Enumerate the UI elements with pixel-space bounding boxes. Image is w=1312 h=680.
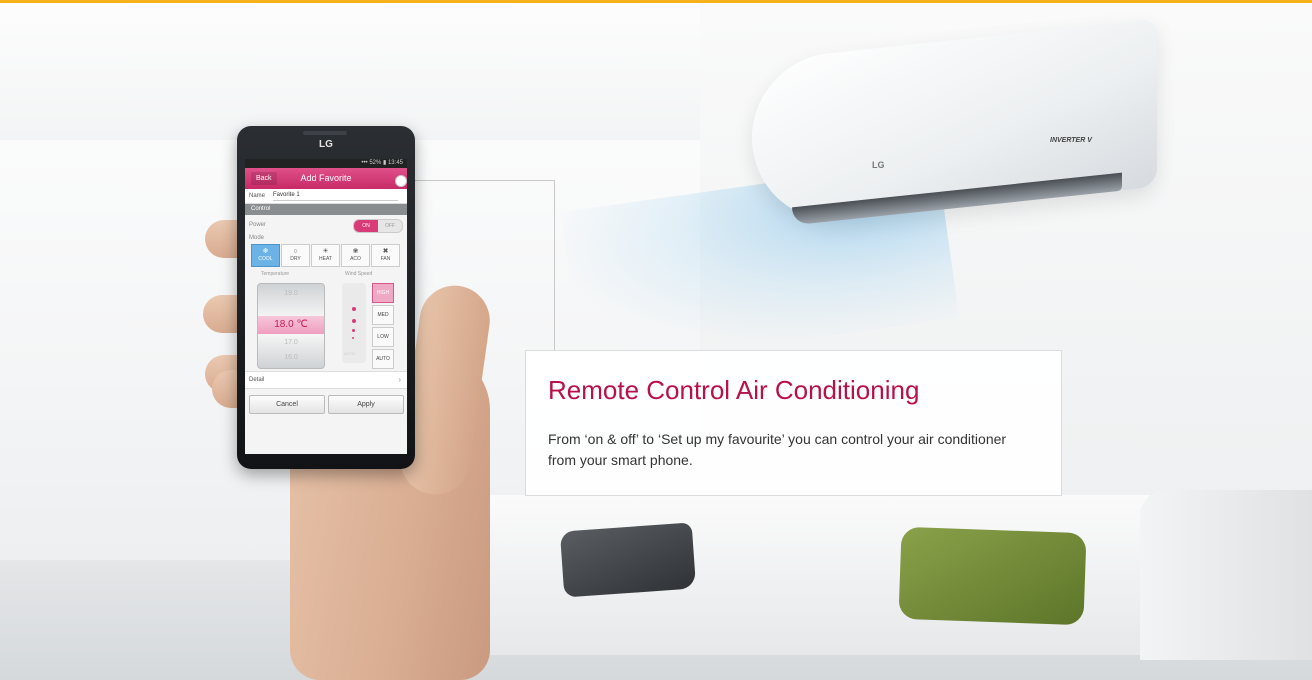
phone-brand-logo: LG (319, 139, 333, 150)
feature-description: From ‘on & off’ to ‘Set up my favourite’… (548, 431, 1007, 468)
name-input[interactable]: Favorite 1 (273, 192, 398, 201)
mode-aco-button[interactable]: ❀ ACO (341, 244, 370, 267)
sun-icon: ☀ (322, 248, 329, 255)
controls-row: Temperature Wind Speed 19.0 18.0 ℃ 17.0 … (245, 271, 407, 371)
fan-icon: ✖ (382, 248, 389, 255)
hero-banner: LG INVERTER V Remote Control Air Conditi… (0, 0, 1312, 680)
inverter-badge: INVERTER V (1050, 137, 1092, 144)
callout-line-vertical (554, 180, 555, 350)
section-header-control: Control (245, 204, 407, 215)
mode-fan-label: FAN (380, 256, 391, 262)
wind-low-button[interactable]: LOW (372, 327, 394, 347)
phone-speaker (303, 131, 347, 135)
feature-info-panel: Remote Control Air Conditioning From ‘on… (525, 350, 1062, 496)
wind-auto-button[interactable]: AUTO (372, 349, 394, 369)
mode-cool-label: COOL (258, 256, 273, 262)
mode-heat-button[interactable]: ☀ HEAT (311, 244, 340, 267)
mode-dry-label: DRY (290, 256, 301, 262)
status-bar: ••• 52% ▮ 13:45 (245, 159, 407, 168)
mode-fan-button[interactable]: ✖ FAN (371, 244, 400, 267)
temperature-label: Temperature (261, 271, 290, 277)
wind-auto-dim: AUTO (344, 351, 356, 356)
power-off-option[interactable]: OFF (378, 220, 402, 232)
temperature-option[interactable]: 16.0 (258, 354, 324, 361)
power-row: Power ON OFF (245, 215, 407, 235)
action-row: Cancel Apply (245, 389, 407, 415)
detail-row[interactable]: Detail › (245, 371, 407, 389)
wind-level-dot (352, 329, 355, 332)
callout-dot (395, 175, 407, 187)
power-toggle[interactable]: ON OFF (353, 219, 403, 233)
screen-title: Add Favorite (300, 173, 352, 183)
mode-label: Mode (249, 235, 265, 241)
wind-speed-label: Wind Speed (345, 271, 373, 277)
wind-high-button[interactable]: HIGH (372, 283, 394, 303)
wind-level-dot (352, 307, 356, 311)
wind-speed-slider[interactable]: AUTO (342, 283, 366, 363)
accent-top-bar (0, 0, 1312, 3)
feature-title: Remote Control Air Conditioning (548, 375, 920, 405)
auto-icon: ❀ (352, 248, 359, 255)
chevron-right-icon: › (398, 375, 401, 384)
green-pillow (898, 526, 1087, 626)
apply-button[interactable]: Apply (328, 395, 404, 414)
mode-dry-button[interactable]: ○ DRY (281, 244, 310, 267)
air-conditioner-logo: LG (872, 160, 885, 170)
temperature-value[interactable]: 18.0 ℃ (258, 316, 324, 334)
temperature-picker[interactable]: 19.0 18.0 ℃ 17.0 16.0 (257, 283, 325, 369)
mode-cool-button[interactable]: ❄ COOL (251, 244, 280, 267)
name-row: Name Favorite 1 (245, 189, 407, 204)
mode-selector: ❄ COOL ○ DRY ☀ HEAT ❀ ACO ✖ FAN (251, 244, 401, 267)
sofa-arm (1140, 490, 1312, 660)
wind-level-dot (352, 337, 354, 339)
mode-heat-label: HEAT (319, 256, 332, 262)
power-on-option[interactable]: ON (354, 220, 378, 232)
mode-row: Mode ❄ COOL ○ DRY ☀ HEAT ❀ ACO ✖ FAN (245, 235, 407, 271)
temperature-option[interactable]: 19.0 (258, 290, 324, 297)
callout-line (400, 180, 555, 181)
name-label: Name (249, 193, 266, 199)
detail-label: Detail (249, 377, 265, 383)
wind-level-dot (352, 319, 356, 323)
wind-med-button[interactable]: MED (372, 305, 394, 325)
air-conditioner-unit: LG INVERTER V (752, 18, 1157, 230)
power-label: Power (249, 222, 267, 228)
app-bar: Back Add Favorite (245, 168, 407, 189)
cancel-button[interactable]: Cancel (249, 395, 325, 414)
wind-speed-options: HIGH MED LOW AUTO (372, 283, 394, 371)
temperature-option[interactable]: 17.0 (258, 339, 324, 346)
mode-aco-label: ACO (350, 256, 361, 262)
phone-screen: ••• 52% ▮ 13:45 Back Add Favorite Name F… (245, 159, 407, 454)
dark-pillow (559, 522, 697, 598)
droplet-icon: ○ (293, 248, 298, 255)
snowflake-icon: ❄ (262, 248, 269, 255)
smartphone: LG ••• 52% ▮ 13:45 Back Add Favorite Nam… (237, 126, 415, 469)
